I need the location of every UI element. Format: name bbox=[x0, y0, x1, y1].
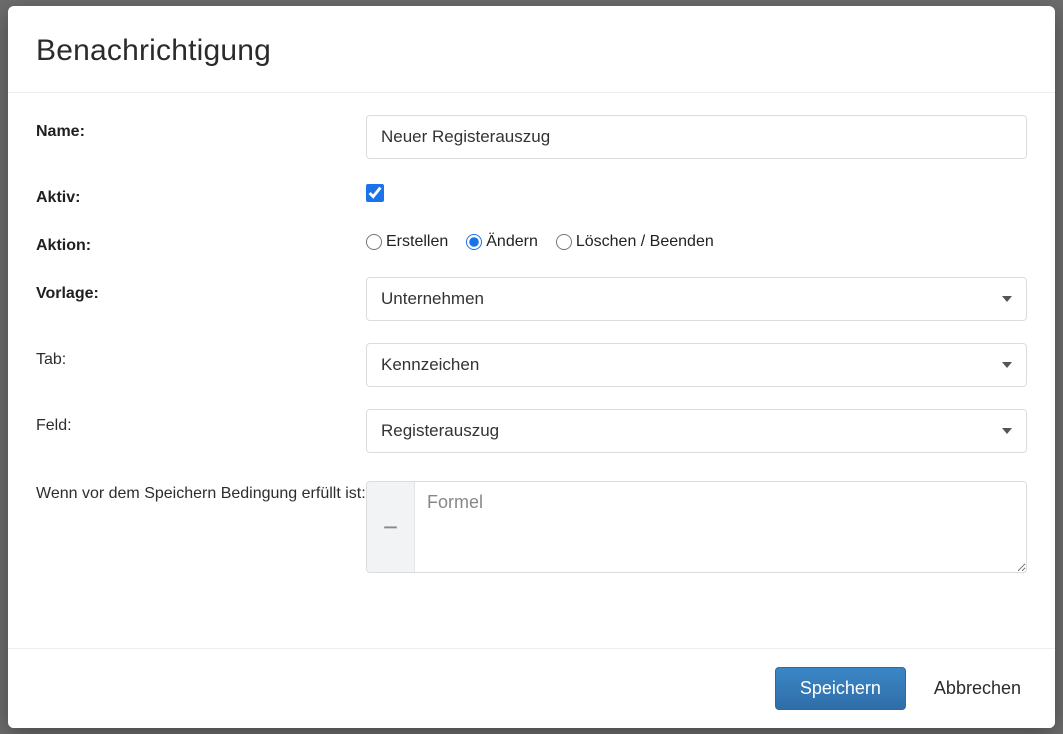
dialog-body[interactable]: Name: Aktiv: Aktion: bbox=[8, 93, 1055, 648]
row-name: Name: bbox=[36, 115, 1027, 159]
field-action-col: Erstellen Ändern Löschen / Beenden bbox=[366, 229, 1027, 251]
dialog-header: Benachrichtigung bbox=[8, 6, 1055, 93]
field-tab-col: Kennzeichen bbox=[366, 343, 1027, 387]
caret-down-icon bbox=[1002, 428, 1012, 434]
template-select-value: Unternehmen bbox=[381, 289, 484, 309]
label-active: Aktiv: bbox=[36, 181, 366, 207]
condition-formula-textarea[interactable] bbox=[415, 482, 1026, 572]
field-name-col bbox=[366, 115, 1027, 159]
label-field: Feld: bbox=[36, 409, 366, 435]
action-radio-update[interactable]: Ändern bbox=[466, 233, 538, 251]
cancel-button[interactable]: Abbrechen bbox=[934, 678, 1021, 699]
label-tab: Tab: bbox=[36, 343, 366, 369]
field-select-value: Registerauszug bbox=[381, 421, 499, 441]
action-radio-create[interactable]: Erstellen bbox=[366, 233, 448, 251]
field-template-col: Unternehmen bbox=[366, 277, 1027, 321]
row-action: Aktion: Erstellen Ändern Lös bbox=[36, 229, 1027, 255]
caret-down-icon bbox=[1002, 296, 1012, 302]
action-radio-delete-input[interactable] bbox=[556, 234, 572, 250]
field-field-col: Registerauszug bbox=[366, 409, 1027, 453]
save-button[interactable]: Speichern bbox=[775, 667, 906, 710]
row-field: Feld: Registerauszug bbox=[36, 409, 1027, 453]
scroll-spacer bbox=[36, 583, 1027, 648]
action-radio-delete[interactable]: Löschen / Beenden bbox=[556, 233, 714, 251]
condition-formula-container: − bbox=[366, 481, 1027, 573]
label-template: Vorlage: bbox=[36, 277, 366, 303]
condition-remove-button[interactable]: − bbox=[367, 482, 415, 572]
field-select[interactable]: Registerauszug bbox=[366, 409, 1027, 453]
tab-select[interactable]: Kennzeichen bbox=[366, 343, 1027, 387]
action-radio-delete-label: Löschen / Beenden bbox=[576, 233, 714, 251]
action-radio-update-input[interactable] bbox=[466, 234, 482, 250]
row-active: Aktiv: bbox=[36, 181, 1027, 207]
row-condition: Wenn vor dem Speichern Bedingung erfüllt… bbox=[36, 481, 1027, 573]
template-select[interactable]: Unternehmen bbox=[366, 277, 1027, 321]
label-condition: Wenn vor dem Speichern Bedingung erfüllt… bbox=[36, 481, 366, 503]
active-checkbox[interactable] bbox=[366, 184, 384, 202]
row-tab: Tab: Kennzeichen bbox=[36, 343, 1027, 387]
action-radio-create-input[interactable] bbox=[366, 234, 382, 250]
tab-select-value: Kennzeichen bbox=[381, 355, 479, 375]
label-name: Name: bbox=[36, 115, 366, 141]
minus-icon: − bbox=[383, 512, 398, 543]
action-radio-group: Erstellen Ändern Löschen / Beenden bbox=[366, 229, 1027, 251]
label-action: Aktion: bbox=[36, 229, 366, 255]
name-input[interactable] bbox=[366, 115, 1027, 159]
dialog-body-wrap: Name: Aktiv: Aktion: bbox=[8, 93, 1055, 648]
action-radio-update-label: Ändern bbox=[486, 233, 538, 251]
field-condition-col: − bbox=[366, 481, 1027, 573]
notification-dialog: Benachrichtigung Name: Aktiv: Aktion: bbox=[8, 6, 1055, 728]
dialog-footer: Speichern Abbrechen bbox=[8, 648, 1055, 728]
action-radio-create-label: Erstellen bbox=[386, 233, 448, 251]
field-active-col bbox=[366, 181, 1027, 207]
caret-down-icon bbox=[1002, 362, 1012, 368]
row-template: Vorlage: Unternehmen bbox=[36, 277, 1027, 321]
dialog-title: Benachrichtigung bbox=[36, 34, 1027, 68]
